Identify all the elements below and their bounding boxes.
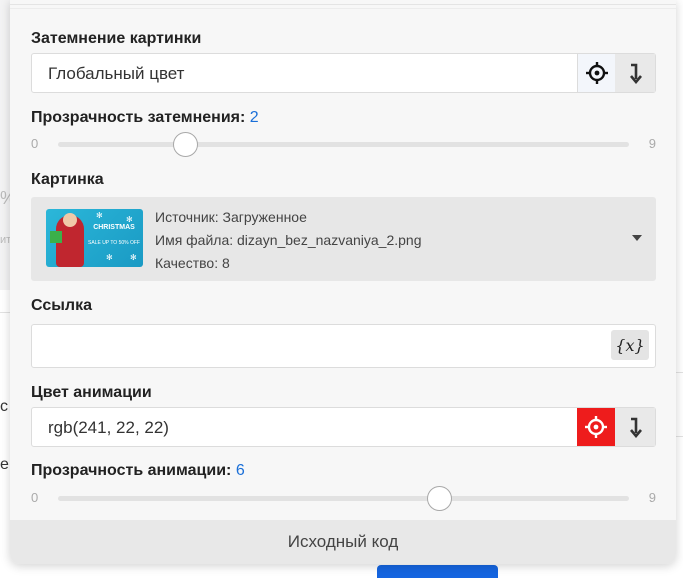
reset-arrow-button[interactable]: [615, 408, 655, 446]
animation-color-label: Цвет анимации: [31, 384, 152, 401]
picture-filename: Имя файла: dizayn_bez_nazvaniya_2.png: [155, 232, 422, 248]
snowflake-icon: ✻: [130, 253, 137, 262]
slider-track[interactable]: [58, 142, 629, 147]
background-fragment: ит: [0, 234, 10, 246]
link-label: Ссылка: [31, 297, 92, 314]
settings-panel: Затемнение картинки Глобальный цвет Проз…: [10, 0, 676, 564]
picture-thumbnail: ✻ ✻ ✻ ✻ CHRISTMAS SALE UP TO 50% OFF: [46, 209, 143, 267]
dimming-opacity-value: 2: [249, 109, 259, 126]
animation-opacity-label-text: Прозрачность анимации:: [31, 462, 232, 479]
color-picker-button[interactable]: [577, 408, 615, 446]
slider-knob[interactable]: [172, 132, 198, 157]
dimming-label: Затемнение картинки: [31, 30, 202, 47]
arrow-down-icon: [630, 63, 642, 84]
snowflake-icon: ✻: [126, 215, 133, 224]
dimming-opacity-slider[interactable]: 0 9: [31, 132, 656, 157]
dimming-opacity-label-text: Прозрачность затемнения:: [31, 109, 246, 126]
color-picker-button[interactable]: [577, 54, 615, 92]
crosshair-icon: [585, 416, 607, 438]
slider-min-label: 0: [31, 490, 39, 505]
panel-divider: [10, 4, 676, 5]
animation-color-value: rgb(241, 22, 22): [48, 418, 169, 437]
snowflake-icon: ✻: [96, 211, 103, 220]
background-fragment: %: [0, 188, 10, 218]
dimming-opacity-label: Прозрачность затемнения: 2: [31, 109, 259, 127]
dimming-color-field[interactable]: Глобальный цвет: [31, 53, 656, 93]
slider-max-label: 9: [648, 490, 656, 505]
animation-color-field[interactable]: rgb(241, 22, 22): [31, 407, 656, 447]
background-primary-button[interactable]: [377, 565, 498, 578]
slider-min-label: 0: [31, 136, 39, 151]
link-input[interactable]: {x}: [31, 324, 656, 368]
picture-source: Источник: Загруженное: [155, 209, 307, 225]
slider-max-label: 9: [648, 136, 656, 151]
dimming-color-value: Глобальный цвет: [48, 64, 185, 83]
source-code-label: Исходный код: [287, 532, 399, 551]
chevron-down-icon[interactable]: [632, 235, 642, 241]
thumbnail-gift: [50, 231, 62, 243]
picture-quality: Качество: 8: [155, 255, 230, 271]
thumbnail-figure-head: [63, 213, 77, 227]
background-divider: [0, 312, 10, 313]
animation-opacity-value: 6: [235, 462, 245, 479]
animation-opacity-slider[interactable]: 0 9: [31, 486, 656, 511]
reset-arrow-button[interactable]: [615, 54, 655, 92]
picture-select[interactable]: ✻ ✻ ✻ ✻ CHRISTMAS SALE UP TO 50% OFF Ист…: [31, 197, 656, 281]
thumbnail-title: CHRISTMAS: [93, 224, 135, 231]
picture-label: Картинка: [31, 171, 104, 188]
source-code-button[interactable]: Исходный код: [10, 520, 676, 564]
crosshair-icon: [585, 62, 608, 84]
background-fragment: е: [0, 456, 9, 473]
background-fragment: с: [0, 398, 8, 415]
slider-track[interactable]: [58, 496, 629, 501]
arrow-down-icon: [630, 417, 642, 438]
animation-opacity-label: Прозрачность анимации: 6: [31, 462, 245, 480]
insert-variable-button[interactable]: {x}: [611, 330, 649, 360]
thumbnail-subtitle: SALE UP TO 50% OFF: [88, 240, 140, 246]
panel-divider: [10, 8, 676, 9]
snowflake-icon: ✻: [106, 253, 113, 262]
slider-knob[interactable]: [426, 486, 452, 511]
